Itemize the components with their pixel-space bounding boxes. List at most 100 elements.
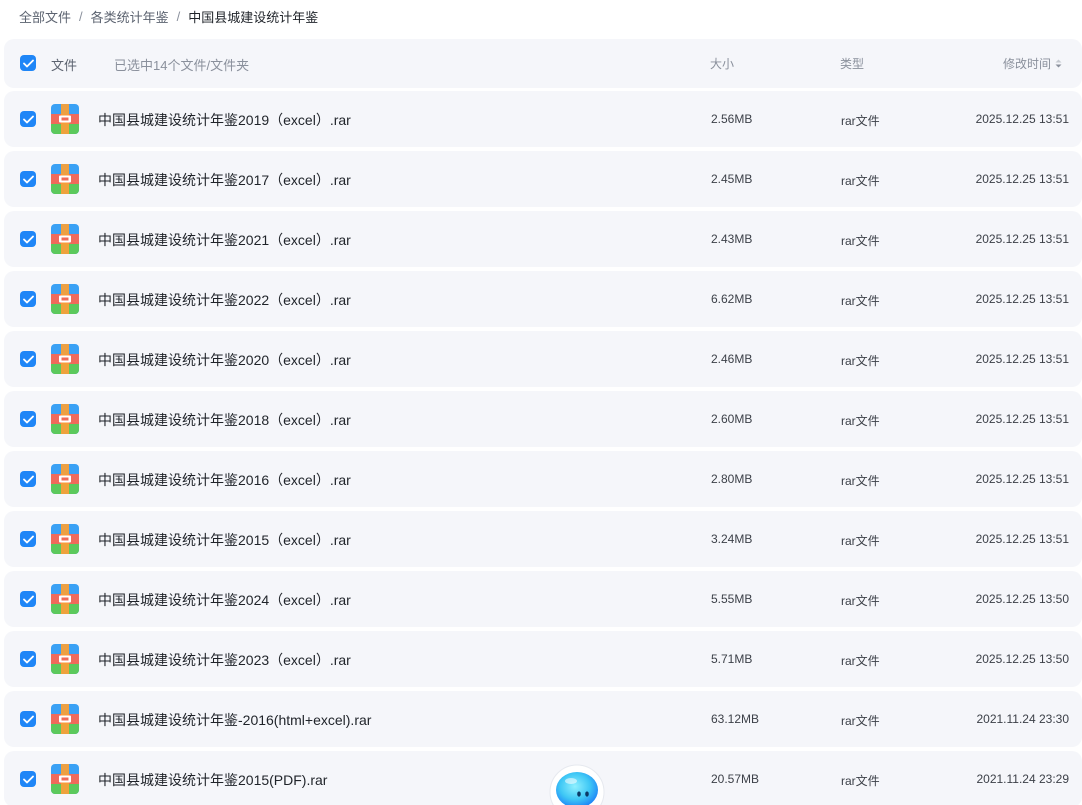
file-modified: 2025.12.25 13:51 [975,412,1069,426]
file-type: rar文件 [841,654,880,668]
file-row[interactable]: 中国县城建设统计年鉴2018（excel）.rar 2.60MB rar文件 2025… [4,391,1082,447]
checkmark-icon [22,475,34,483]
file-modified: 2025.12.25 13:51 [975,472,1069,486]
checkmark-icon [22,415,34,423]
file-modified: 2025.12.25 13:51 [975,172,1069,186]
file-type: rar文件 [841,714,880,728]
file-size: 5.71MB [711,652,753,666]
file-modified: 2025.12.25 13:51 [975,232,1069,246]
rar-archive-icon [51,104,79,134]
file-row[interactable]: 中国县城建设统计年鉴2022（excel）.rar 6.62MB rar文件 2025… [4,271,1082,327]
file-modified: 2025.12.25 13:50 [975,652,1069,666]
file-size: 5.55MB [711,592,753,606]
file-modified: 2025.12.25 13:50 [975,592,1069,606]
file-name[interactable]: 中国县城建设统计年鉴2022（excel）.rar [98,290,351,310]
file-name[interactable]: 中国县城建设统计年鉴2023（excel）.rar [98,650,351,670]
selection-count: 已选中14个文件/文件夹 [114,58,250,73]
row-checkbox[interactable] [20,171,36,187]
header-modified-sort[interactable]: 修改时间 [1003,55,1062,72]
breadcrumb-separator: / [79,8,83,24]
row-checkbox[interactable] [20,471,36,487]
file-row[interactable]: 中国县城建设统计年鉴2017（excel）.rar 2.45MB rar文件 2025… [4,151,1082,207]
checkmark-icon [22,655,34,663]
breadcrumb-yearbooks[interactable]: 各类统计年鉴 [91,7,169,26]
file-size: 3.24MB [711,532,753,546]
header-modified-label: 修改时间 [1002,57,1051,71]
row-checkbox[interactable] [20,231,36,247]
row-checkbox[interactable] [20,651,36,667]
checkmark-icon [22,235,34,243]
header-type-label[interactable]: 类型 [840,55,864,72]
rar-archive-icon [51,464,79,494]
file-row[interactable]: 中国县城建设统计年鉴2015(PDF).rar 20.57MB rar文件 2021.… [4,751,1082,805]
file-name[interactable]: 中国县城建设统计年鉴2024（excel）.rar [98,590,351,610]
file-row[interactable]: 中国县城建设统计年鉴2023（excel）.rar 5.71MB rar文件 2025… [4,631,1082,687]
file-name[interactable]: 中国县城建设统计年鉴2018（excel）.rar [98,410,351,430]
file-row[interactable]: 中国县城建设统计年鉴2021（excel）.rar 2.43MB rar文件 2025… [4,211,1082,267]
file-row[interactable]: 中国县城建设统计年鉴2020（excel）.rar 2.46MB rar文件 2025… [4,331,1082,387]
file-size: 2.60MB [711,412,753,426]
file-row[interactable]: 中国县城建设统计年鉴2016（excel）.rar 2.80MB rar文件 2025… [4,451,1082,507]
file-row[interactable]: 中国县城建设统计年鉴2019（excel）.rar 2.56MB rar文件 2025… [4,91,1082,147]
breadcrumb-all-files[interactable]: 全部文件 [19,7,71,26]
rar-archive-icon [51,344,79,374]
file-name[interactable]: 中国县城建设统计年鉴2015（excel）.rar [98,530,351,550]
file-name[interactable]: 中国县城建设统计年鉴2016（excel）.rar [98,470,351,490]
select-all-checkbox[interactable] [20,55,36,71]
rar-archive-icon [51,224,79,254]
row-checkbox[interactable] [20,351,36,367]
checkmark-icon [22,775,34,783]
breadcrumb-separator: / [176,8,181,24]
rar-archive-icon [51,584,79,614]
file-name[interactable]: 中国县城建设统计年鉴2015(PDF).rar [98,770,327,790]
file-row[interactable]: 中国县城建设统计年鉴-2016(html+excel).rar 63.12MB ra… [4,691,1082,747]
file-name[interactable]: 中国县城建设统计年鉴2017（excel）.rar [98,170,351,190]
file-name[interactable]: 中国县城建设统计年鉴-2016(html+excel).rar [98,710,371,730]
file-row[interactable]: 中国县城建设统计年鉴2015（excel）.rar 3.24MB rar文件 2025… [4,511,1082,567]
row-checkbox[interactable] [20,771,36,787]
file-name[interactable]: 中国县城建设统计年鉴2021（excel）.rar [98,230,351,250]
file-size: 2.56MB [711,112,753,126]
checkmark-icon [22,115,34,123]
row-checkbox[interactable] [20,591,36,607]
header-file-label[interactable]: 文件 [51,55,77,74]
file-type: rar文件 [841,294,880,308]
checkmark-icon [22,595,34,603]
row-checkbox[interactable] [20,111,36,127]
rar-archive-icon [51,704,79,734]
breadcrumb: 全部文件 / 各类统计年鉴 / 中国县城建设统计年鉴 [19,6,318,26]
file-name[interactable]: 中国县城建设统计年鉴2020（excel）.rar [98,350,351,370]
file-name[interactable]: 中国县城建设统计年鉴2019（excel）.rar [98,110,351,130]
sort-caret-icon [1055,59,1062,68]
row-checkbox[interactable] [20,411,36,427]
file-modified: 2025.12.25 13:51 [975,112,1069,126]
checkmark-icon [22,355,34,363]
rar-archive-icon [51,524,79,554]
row-checkbox[interactable] [20,291,36,307]
file-modified: 2025.12.25 13:51 [975,532,1069,546]
checkmark-icon [22,295,34,303]
checkmark-icon [22,535,34,543]
file-type: rar文件 [841,354,880,368]
header-size-label[interactable]: 大小 [710,55,734,72]
rar-archive-icon [51,404,79,434]
file-type: rar文件 [841,534,880,548]
file-size: 2.46MB [711,352,753,366]
file-size: 6.62MB [711,292,753,306]
file-modified: 2025.12.25 13:51 [975,292,1069,306]
checkmark-icon [22,175,34,183]
file-type: rar文件 [841,774,880,788]
rar-archive-icon [51,764,79,794]
file-modified: 2021.11.24 23:30 [976,712,1069,726]
file-type: rar文件 [841,474,880,488]
file-type: rar文件 [841,234,880,248]
ai-assistant-icon[interactable] [549,764,605,805]
row-checkbox[interactable] [20,711,36,727]
rar-archive-icon [51,284,79,314]
file-row[interactable]: 中国县城建设统计年鉴2024（excel）.rar 5.55MB rar文件 2025… [4,571,1082,627]
file-size: 63.12MB [711,712,760,726]
file-list-header: 文件 已选中14个文件/文件夹 大小 类型 修改时间 [4,39,1082,88]
file-size: 20.57MB [711,772,760,786]
row-checkbox[interactable] [20,531,36,547]
breadcrumb-current: 中国县城建设统计年鉴 [188,9,319,25]
